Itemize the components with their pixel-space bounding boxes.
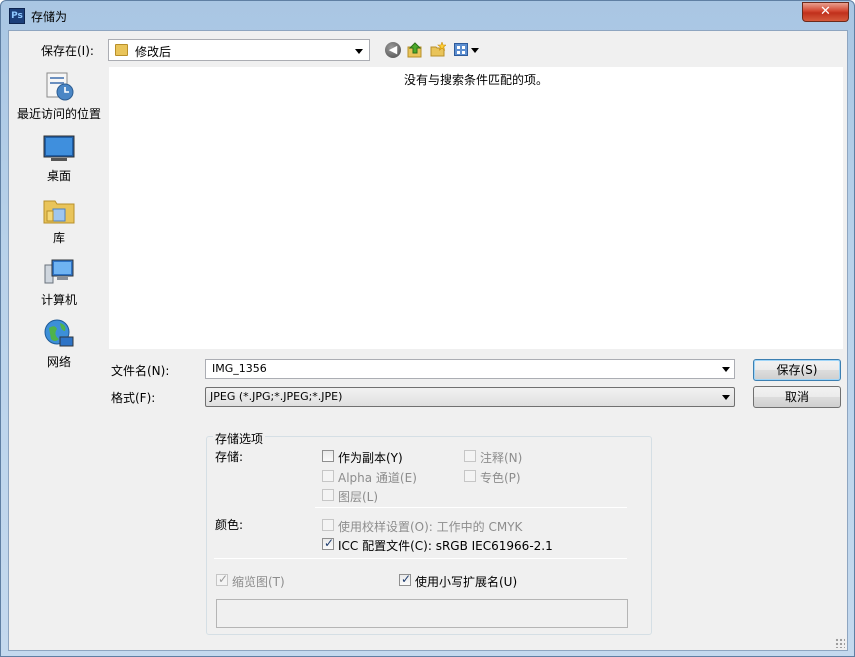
format-value: JPEG (*.JPG;*.JPEG;*.JPE)	[210, 390, 343, 403]
checkbox-box	[216, 572, 228, 586]
empty-message: 没有与搜索条件匹配的项。	[403, 73, 548, 87]
filename-value: IMG_1356	[212, 362, 267, 375]
save-options-group: 存储选项 存储: 作为副本(Y) 注释(N) Alpha 通道(E) 专色(P)…	[206, 430, 652, 635]
libraries-icon	[43, 200, 75, 224]
checkbox-box	[322, 489, 334, 501]
window-title: 存储为	[31, 10, 68, 24]
proof-setup-label: 使用校样设置(O): 工作中的 CMYK	[338, 520, 523, 534]
separator	[315, 507, 627, 508]
place-label: 计算机	[40, 293, 77, 307]
folder-icon	[115, 44, 128, 56]
save-in-value: 修改后	[135, 45, 172, 59]
back-icon[interactable]: ◀	[385, 42, 401, 58]
checkbox-box	[322, 450, 334, 462]
new-folder-icon[interactable]	[430, 42, 446, 58]
chevron-down-icon	[722, 395, 730, 400]
cancel-button[interactable]: 取消	[753, 386, 841, 408]
place-libraries[interactable]: 库	[9, 195, 109, 255]
close-icon: ✕	[820, 4, 831, 19]
places-bar: 最近访问的位置 桌面 库 计算机 网络	[9, 67, 105, 423]
network-icon	[44, 319, 74, 347]
layers-label: 图层(L)	[338, 490, 379, 504]
resize-grip-icon[interactable]	[835, 638, 845, 648]
place-network[interactable]: 网络	[9, 319, 109, 379]
filename-input[interactable]: IMG_1356	[205, 359, 735, 379]
chevron-down-icon	[355, 49, 363, 54]
desktop-icon	[43, 135, 75, 161]
recent-places-icon	[46, 72, 74, 101]
place-label: 最近访问的位置	[16, 107, 101, 121]
checkbox-box	[322, 536, 334, 550]
view-menu-icon[interactable]	[454, 43, 468, 56]
separator	[214, 558, 627, 559]
checkbox-box	[322, 519, 334, 531]
place-label: 桌面	[46, 169, 71, 183]
save-in-label: 保存在(I):	[41, 44, 94, 58]
save-options-title: 存储选项	[213, 430, 266, 447]
as-copy-label: 作为副本(Y)	[338, 451, 403, 465]
close-button[interactable]: ✕	[802, 2, 849, 22]
save-button[interactable]: 保存(S)	[753, 359, 841, 381]
place-desktop[interactable]: 桌面	[9, 133, 109, 193]
icc-profile-label: ICC 配置文件(C): sRGB IEC61966-2.1	[338, 539, 553, 553]
dialog-body: 保存在(I): 修改后 ◀ 最近访问的位置 桌面 库 计算机 网络 没有与搜索条…	[8, 30, 848, 651]
checkbox-box	[399, 572, 411, 586]
color-section-label: 颜色:	[215, 518, 244, 532]
format-label: 格式(F):	[111, 391, 156, 405]
photoshop-app-icon: Ps	[9, 8, 25, 24]
place-recent[interactable]: 最近访问的位置	[9, 71, 109, 131]
spot-colors-label: 专色(P)	[480, 471, 521, 485]
save-as-dialog: Ps 存储为 ✕ 保存在(I): 修改后 ◀ 最近访问的位置 桌面 库 计算机 …	[0, 0, 855, 657]
checkbox-box	[464, 470, 476, 482]
title-bar: Ps 存储为 ✕	[1, 1, 854, 31]
format-select[interactable]: JPEG (*.JPG;*.JPEG;*.JPE)	[205, 387, 735, 407]
filename-label: 文件名(N):	[111, 364, 170, 378]
place-label: 库	[52, 231, 65, 245]
lowercase-extension-label: 使用小写扩展名(U)	[415, 575, 518, 589]
checkbox-box	[322, 470, 334, 482]
up-one-level-icon[interactable]	[407, 42, 423, 58]
save-in-dropdown[interactable]: 修改后	[108, 39, 370, 61]
chevron-down-icon[interactable]	[471, 48, 479, 53]
place-label: 网络	[46, 355, 71, 369]
chevron-down-icon[interactable]	[722, 367, 730, 372]
thumbnail-label: 缩览图(T)	[232, 575, 285, 589]
save-section-label: 存储:	[215, 450, 244, 464]
checkbox-box	[464, 450, 476, 462]
place-computer[interactable]: 计算机	[9, 257, 109, 317]
computer-icon	[44, 259, 74, 284]
warning-box	[216, 599, 628, 628]
file-list[interactable]: 没有与搜索条件匹配的项。	[109, 67, 843, 349]
notes-label: 注释(N)	[480, 451, 523, 465]
alpha-channels-label: Alpha 通道(E)	[338, 471, 417, 485]
